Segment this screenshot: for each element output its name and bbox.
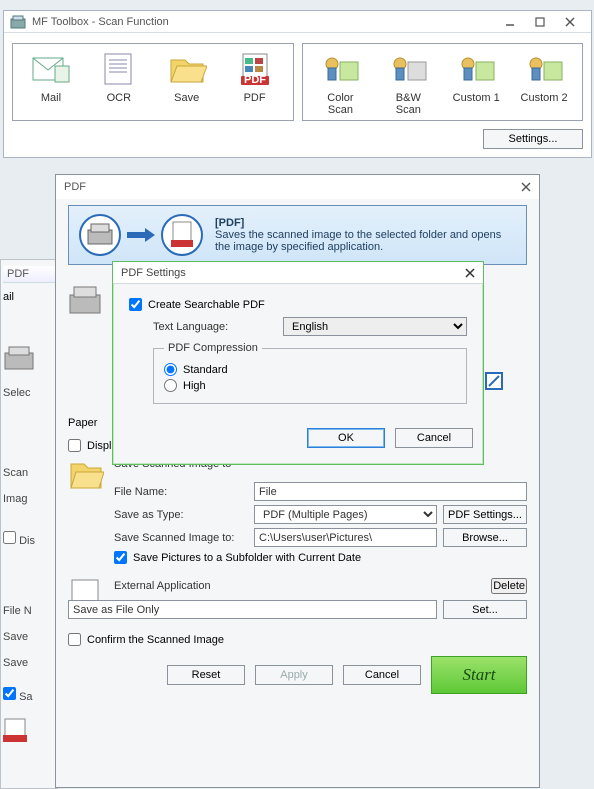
settings-button[interactable]: Settings...	[483, 129, 583, 149]
apply-button[interactable]: Apply	[255, 665, 333, 685]
tool-custom1[interactable]: Custom 1	[446, 50, 506, 116]
tool-label: Mail	[21, 92, 81, 104]
reset-button[interactable]: Reset	[167, 665, 245, 685]
tool-save[interactable]: Save	[157, 50, 217, 116]
standard-label: Standard	[183, 364, 228, 376]
pdf-header: [PDF] Saves the scanned image to the sel…	[68, 205, 527, 265]
window-title: MF Toolbox - Scan Function	[32, 16, 495, 28]
bg-filen: File N	[3, 605, 55, 617]
minimize-button[interactable]	[495, 13, 525, 31]
ext-app-label: External Application	[114, 580, 491, 592]
close-button[interactable]	[555, 13, 585, 31]
browse-button[interactable]: Browse...	[443, 528, 527, 547]
pdf-settings-title: PDF Settings	[121, 267, 186, 279]
tool-label: Save	[157, 92, 217, 104]
file-name-label: File Name:	[114, 486, 248, 498]
custom1-icon	[455, 50, 497, 88]
pdf-small-icon	[3, 717, 29, 743]
text-lang-select[interactable]: English	[283, 317, 467, 336]
close-icon[interactable]	[521, 182, 531, 192]
cancel-button[interactable]: Cancel	[395, 428, 473, 448]
mf-toolbox-window: MF Toolbox - Scan Function Mail OCR Save	[3, 10, 592, 158]
searchable-label: Create Searchable PDF	[148, 299, 265, 311]
save-as-type-label: Save as Type:	[114, 509, 248, 521]
mail-icon	[30, 50, 72, 88]
bg-decor-icon	[485, 372, 505, 392]
pdf-icon: PDF	[234, 50, 276, 88]
save-folder-icon	[166, 50, 208, 88]
tool-group-custom: Color Scan B&W Scan Custom 1 Custom 2	[302, 43, 584, 121]
titlebar[interactable]: MF Toolbox - Scan Function	[4, 11, 591, 33]
bg-ail: ail	[3, 291, 55, 303]
file-name-input[interactable]	[254, 482, 527, 501]
delete-button[interactable]: Delete	[491, 578, 527, 594]
bg-select: Selec	[3, 387, 55, 399]
pdf-header-title: [PDF]	[215, 217, 516, 229]
bg-check[interactable]	[3, 531, 16, 544]
background-dialog-fragment: PDF ail Selec Scan Imag Dis File N Save …	[0, 259, 58, 789]
subfolder-checkbox[interactable]	[114, 551, 127, 564]
tool-label: OCR	[89, 92, 149, 104]
high-label: High	[183, 380, 206, 392]
tool-label: Custom 1	[446, 92, 506, 104]
pdf-settings-button[interactable]: PDF Settings...	[443, 505, 527, 524]
scanner-round-icon	[79, 214, 121, 256]
tool-mail[interactable]: Mail	[21, 50, 81, 116]
tool-custom2[interactable]: Custom 2	[514, 50, 574, 116]
app-icon	[10, 14, 26, 30]
bg-image: Imag	[3, 493, 55, 505]
ok-button[interactable]: OK	[307, 428, 385, 448]
confirm-label: Confirm the Scanned Image	[87, 634, 224, 646]
save-to-input[interactable]	[254, 528, 437, 547]
confirm-checkbox[interactable]	[68, 633, 81, 646]
bg-scan: Scan	[3, 467, 55, 479]
pdf-window-title: PDF	[64, 181, 86, 193]
save-as-type-select[interactable]: PDF (Multiple Pages)	[254, 505, 437, 524]
subfolder-label: Save Pictures to a Subfolder with Curren…	[133, 552, 361, 564]
scanner-icon	[3, 343, 37, 373]
save-to-label: Save Scanned Image to:	[114, 532, 248, 544]
svg-text:PDF: PDF	[244, 74, 266, 86]
text-lang-label: Text Language:	[153, 321, 273, 333]
standard-radio[interactable]	[164, 363, 177, 376]
close-icon[interactable]	[465, 268, 475, 278]
cancel-button[interactable]: Cancel	[343, 665, 421, 685]
tool-label: Custom 2	[514, 92, 574, 104]
color-scan-icon	[319, 50, 361, 88]
maximize-button[interactable]	[525, 13, 555, 31]
high-radio[interactable]	[164, 379, 177, 392]
ocr-icon	[98, 50, 140, 88]
tool-label: B&W Scan	[378, 92, 438, 116]
bg-save2: Save	[3, 657, 55, 669]
searchable-checkbox[interactable]	[129, 298, 142, 311]
tool-bw-scan[interactable]: B&W Scan	[378, 50, 438, 116]
bg-save: Save	[3, 631, 55, 643]
pdf-titlebar[interactable]: PDF	[56, 175, 539, 199]
tool-label: Color Scan	[310, 92, 370, 116]
bg-check2[interactable]	[3, 687, 16, 700]
custom2-icon	[523, 50, 565, 88]
tool-group-scan-to: Mail OCR Save PDF PDF	[12, 43, 294, 121]
pdf-settings-dialog: PDF Settings Create Searchable PDF Text …	[112, 261, 484, 465]
bw-scan-icon	[387, 50, 429, 88]
pdf-settings-titlebar[interactable]: PDF Settings	[113, 262, 483, 284]
bg-title: PDF	[3, 266, 55, 283]
pdf-round-icon	[161, 214, 203, 256]
display-driver-checkbox[interactable]	[68, 439, 81, 452]
app-input[interactable]	[68, 600, 437, 619]
tool-label: PDF	[225, 92, 285, 104]
start-button[interactable]: Start	[431, 656, 527, 694]
arrow-right-icon	[127, 228, 155, 242]
set-button[interactable]: Set...	[443, 600, 527, 619]
tool-color-scan[interactable]: Color Scan	[310, 50, 370, 116]
compression-legend: PDF Compression	[164, 342, 262, 354]
folder-icon	[68, 458, 104, 494]
tool-ocr[interactable]: OCR	[89, 50, 149, 116]
tool-pdf[interactable]: PDF PDF	[225, 50, 285, 116]
pdf-header-desc: Saves the scanned image to the selected …	[215, 229, 516, 253]
scanner-icon	[68, 283, 104, 319]
compression-group: PDF Compression Standard High	[153, 342, 467, 404]
